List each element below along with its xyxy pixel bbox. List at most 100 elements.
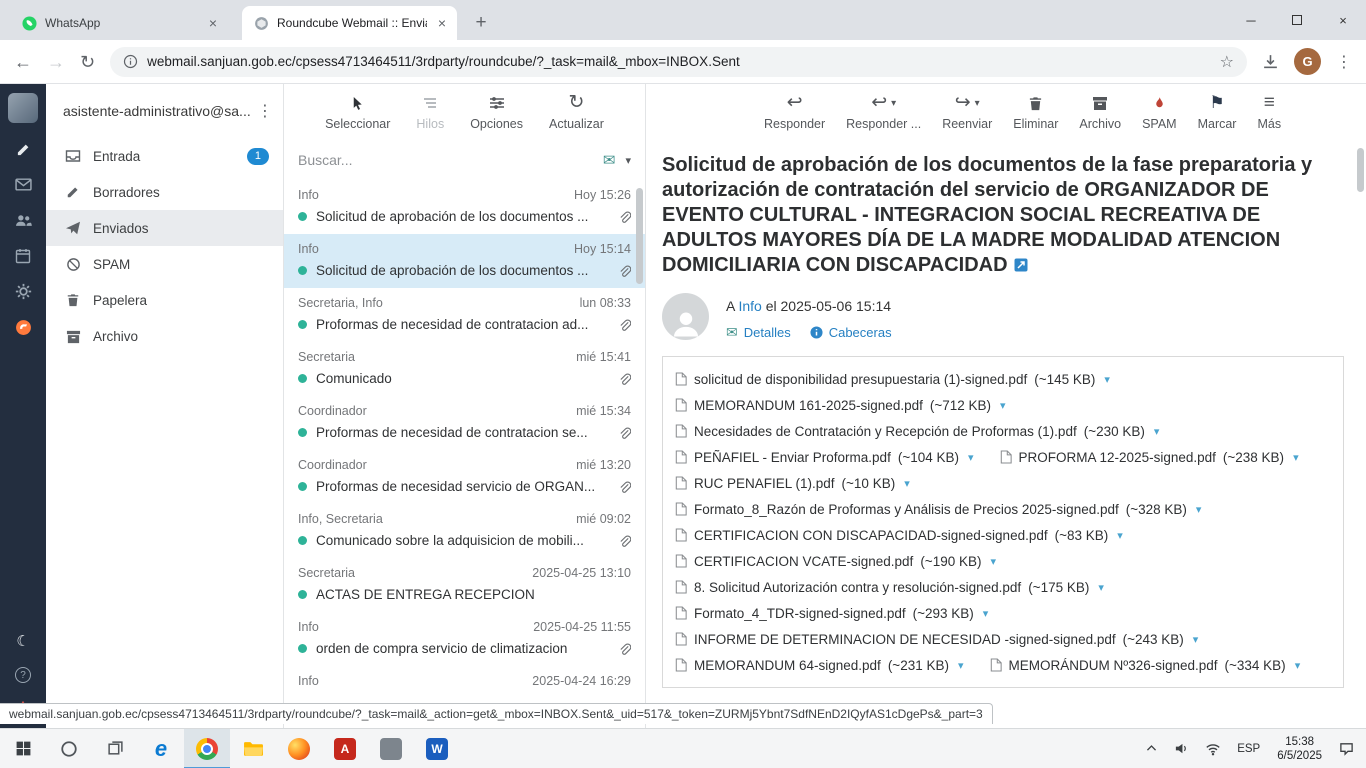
spam-button[interactable]: SPAM <box>1142 93 1177 140</box>
details-link[interactable]: ✉Detalles <box>726 324 791 341</box>
mail-icon[interactable] <box>15 176 32 193</box>
attachment-item[interactable]: INFORME DE DETERMINACION DE NECESIDAD -s… <box>675 626 1198 652</box>
message-row[interactable]: Info 2025-04-25 11:55 orden de compra se… <box>284 612 645 666</box>
refresh-button-mail[interactable]: ↻ Actualizar <box>549 93 604 140</box>
attachment-item[interactable]: MEMORANDUM 161-2025-signed.pdf (~712 KB)… <box>675 392 1006 418</box>
folder-item-papelera[interactable]: Papelera <box>46 282 283 318</box>
cpanel-icon[interactable] <box>15 319 32 336</box>
message-row[interactable]: Coordinador mié 13:20 Proformas de neces… <box>284 450 645 504</box>
attachment-name[interactable]: PROFORMA 12-2025-signed.pdf <box>1019 450 1216 465</box>
chrome-icon[interactable] <box>184 729 230 768</box>
minimize-button[interactable]: ─ <box>1228 0 1274 40</box>
message-row[interactable]: Secretaria mié 15:41 Comunicado <box>284 342 645 396</box>
select-button[interactable]: Seleccionar <box>325 93 390 140</box>
refresh-button[interactable]: ↻ <box>80 53 95 71</box>
search-scope-envelope-icon[interactable]: ✉ <box>603 151 616 169</box>
attachment-item[interactable]: PROFORMA 12-2025-signed.pdf (~238 KB) ▾ <box>1000 444 1299 470</box>
attachment-name[interactable]: CERTIFICACION CON DISCAPACIDAD-signed-si… <box>694 528 1048 543</box>
attachment-name[interactable]: Formato_4_TDR-signed-signed.pdf <box>694 606 906 621</box>
attachment-item[interactable]: 8. Solicitud Autorización contra y resol… <box>675 574 1104 600</box>
attachment-menu-caret-icon[interactable]: ▾ <box>1104 373 1110 386</box>
edge-icon[interactable]: e <box>138 729 184 768</box>
list-scrollbar[interactable] <box>636 188 643 284</box>
message-row[interactable]: Secretaria 2025-04-25 13:10 ACTAS DE ENT… <box>284 558 645 612</box>
message-row[interactable]: Info Hoy 15:26 Solicitud de aprobación d… <box>284 180 645 234</box>
attachment-item[interactable]: MEMORÁNDUM Nº326-signed.pdf (~334 KB) ▾ <box>990 652 1301 678</box>
taskbar-clock[interactable]: 15:386/5/2025 <box>1268 735 1331 763</box>
downloads-icon[interactable] <box>1262 53 1279 70</box>
attachment-name[interactable]: CERTIFICACION VCATE-signed.pdf <box>694 554 913 569</box>
maximize-button[interactable] <box>1274 0 1320 40</box>
delete-button[interactable]: Eliminar <box>1013 93 1058 140</box>
account-menu-icon[interactable]: ⋮ <box>257 101 273 121</box>
forward-button[interactable]: ↪▾ Reenviar <box>942 93 992 140</box>
contacts-icon[interactable] <box>15 212 32 229</box>
attachment-item[interactable]: Formato_8_Razón de Proformas y Análisis … <box>675 496 1201 522</box>
acrobat-icon[interactable] <box>322 729 368 768</box>
back-button[interactable]: ← <box>14 53 32 71</box>
folder-item-spam[interactable]: SPAM <box>46 246 283 282</box>
attachment-menu-caret-icon[interactable]: ▾ <box>1196 503 1202 516</box>
attachment-name[interactable]: PEÑAFIEL - Enviar Proforma.pdf <box>694 450 891 465</box>
app-icon-gray[interactable] <box>368 729 414 768</box>
mark-button[interactable]: ⚑ Marcar <box>1198 93 1237 140</box>
site-info-icon[interactable] <box>123 54 138 69</box>
attachment-menu-caret-icon[interactable]: ▾ <box>1117 529 1123 542</box>
attachment-item[interactable]: PEÑAFIEL - Enviar Proforma.pdf (~104 KB)… <box>675 444 974 470</box>
view-scrollbar[interactable] <box>1357 148 1364 192</box>
calendar-icon[interactable] <box>15 248 31 264</box>
more-button[interactable]: ≡ Más <box>1257 93 1281 140</box>
word-icon[interactable] <box>414 729 460 768</box>
attachment-item[interactable]: RUC PENAFIEL (1).pdf (~10 KB) ▾ <box>675 470 910 496</box>
message-row[interactable]: Info, Secretaria mié 09:02 Comunicado so… <box>284 504 645 558</box>
attachment-item[interactable]: CERTIFICACION VCATE-signed.pdf (~190 KB)… <box>675 548 996 574</box>
action-center-icon[interactable] <box>1331 729 1362 768</box>
attachment-menu-caret-icon[interactable]: ▾ <box>983 607 989 620</box>
network-icon[interactable] <box>1197 729 1229 768</box>
attachment-name[interactable]: MEMORÁNDUM Nº326-signed.pdf <box>1009 658 1218 673</box>
browser-profile-avatar[interactable]: G <box>1294 48 1321 75</box>
message-row[interactable]: Secretaria, Info lun 08:33 Proformas de … <box>284 288 645 342</box>
search-options-caret-icon[interactable]: ▾ <box>625 154 631 167</box>
attachment-menu-caret-icon[interactable]: ▾ <box>1098 581 1104 594</box>
dark-mode-moon-icon[interactable]: ☾ <box>16 632 29 650</box>
caret-down-icon[interactable]: ▾ <box>891 98 896 109</box>
attachment-name[interactable]: 8. Solicitud Autorización contra y resol… <box>694 580 1021 595</box>
recipient-link[interactable]: Info <box>738 298 761 314</box>
tab-close-icon[interactable]: × <box>206 15 220 31</box>
firefox-icon[interactable] <box>276 729 322 768</box>
close-window-button[interactable]: × <box>1320 0 1366 40</box>
attachment-name[interactable]: INFORME DE DETERMINACION DE NECESIDAD -s… <box>694 632 1116 647</box>
headers-link[interactable]: Cabeceras <box>810 325 892 340</box>
attachment-name[interactable]: solicitud de disponibilidad presupuestar… <box>694 372 1027 387</box>
new-tab-button[interactable]: + <box>467 9 495 37</box>
attachment-item[interactable]: solicitud de disponibilidad presupuestar… <box>675 366 1110 392</box>
attachment-menu-caret-icon[interactable]: ▾ <box>1193 633 1199 646</box>
folder-item-borradores[interactable]: Borradores <box>46 174 283 210</box>
attachment-menu-caret-icon[interactable]: ▾ <box>1000 399 1006 412</box>
help-icon[interactable]: ? <box>15 667 31 683</box>
open-external-icon[interactable] <box>1014 258 1028 272</box>
reply-all-button[interactable]: ↩▾ Responder ... <box>846 93 921 140</box>
attachment-name[interactable]: MEMORANDUM 161-2025-signed.pdf <box>694 398 923 413</box>
compose-icon[interactable] <box>16 142 31 157</box>
attachment-menu-caret-icon[interactable]: ▾ <box>990 555 996 568</box>
attachment-name[interactable]: Formato_8_Razón de Proformas y Análisis … <box>694 502 1119 517</box>
search-button[interactable] <box>46 729 92 768</box>
attachment-menu-caret-icon[interactable]: ▾ <box>1293 451 1299 464</box>
attachment-name[interactable]: MEMORANDUM 64-signed.pdf <box>694 658 881 673</box>
message-row[interactable]: Info Hoy 15:14 Solicitud de aprobación d… <box>284 234 645 288</box>
folder-item-enviados[interactable]: Enviados <box>46 210 283 246</box>
attachment-menu-caret-icon[interactable]: ▾ <box>904 477 910 490</box>
archive-button[interactable]: Archivo <box>1079 93 1121 140</box>
attachment-item[interactable]: Formato_4_TDR-signed-signed.pdf (~293 KB… <box>675 600 988 626</box>
attachment-item[interactable]: MEMORANDUM 64-signed.pdf (~231 KB) ▾ <box>675 652 964 678</box>
attachment-name[interactable]: Necesidades de Contratación y Recepción … <box>694 424 1077 439</box>
options-button[interactable]: Opciones <box>470 93 523 140</box>
attachment-menu-caret-icon[interactable]: ▾ <box>968 451 974 464</box>
language-indicator[interactable]: ESP <box>1229 729 1268 768</box>
threads-button[interactable]: Hilos <box>416 93 444 140</box>
tab-roundcube[interactable]: Roundcube Webmail :: Enviad × <box>242 6 457 40</box>
file-explorer-icon[interactable] <box>230 729 276 768</box>
volume-icon[interactable] <box>1166 729 1197 768</box>
